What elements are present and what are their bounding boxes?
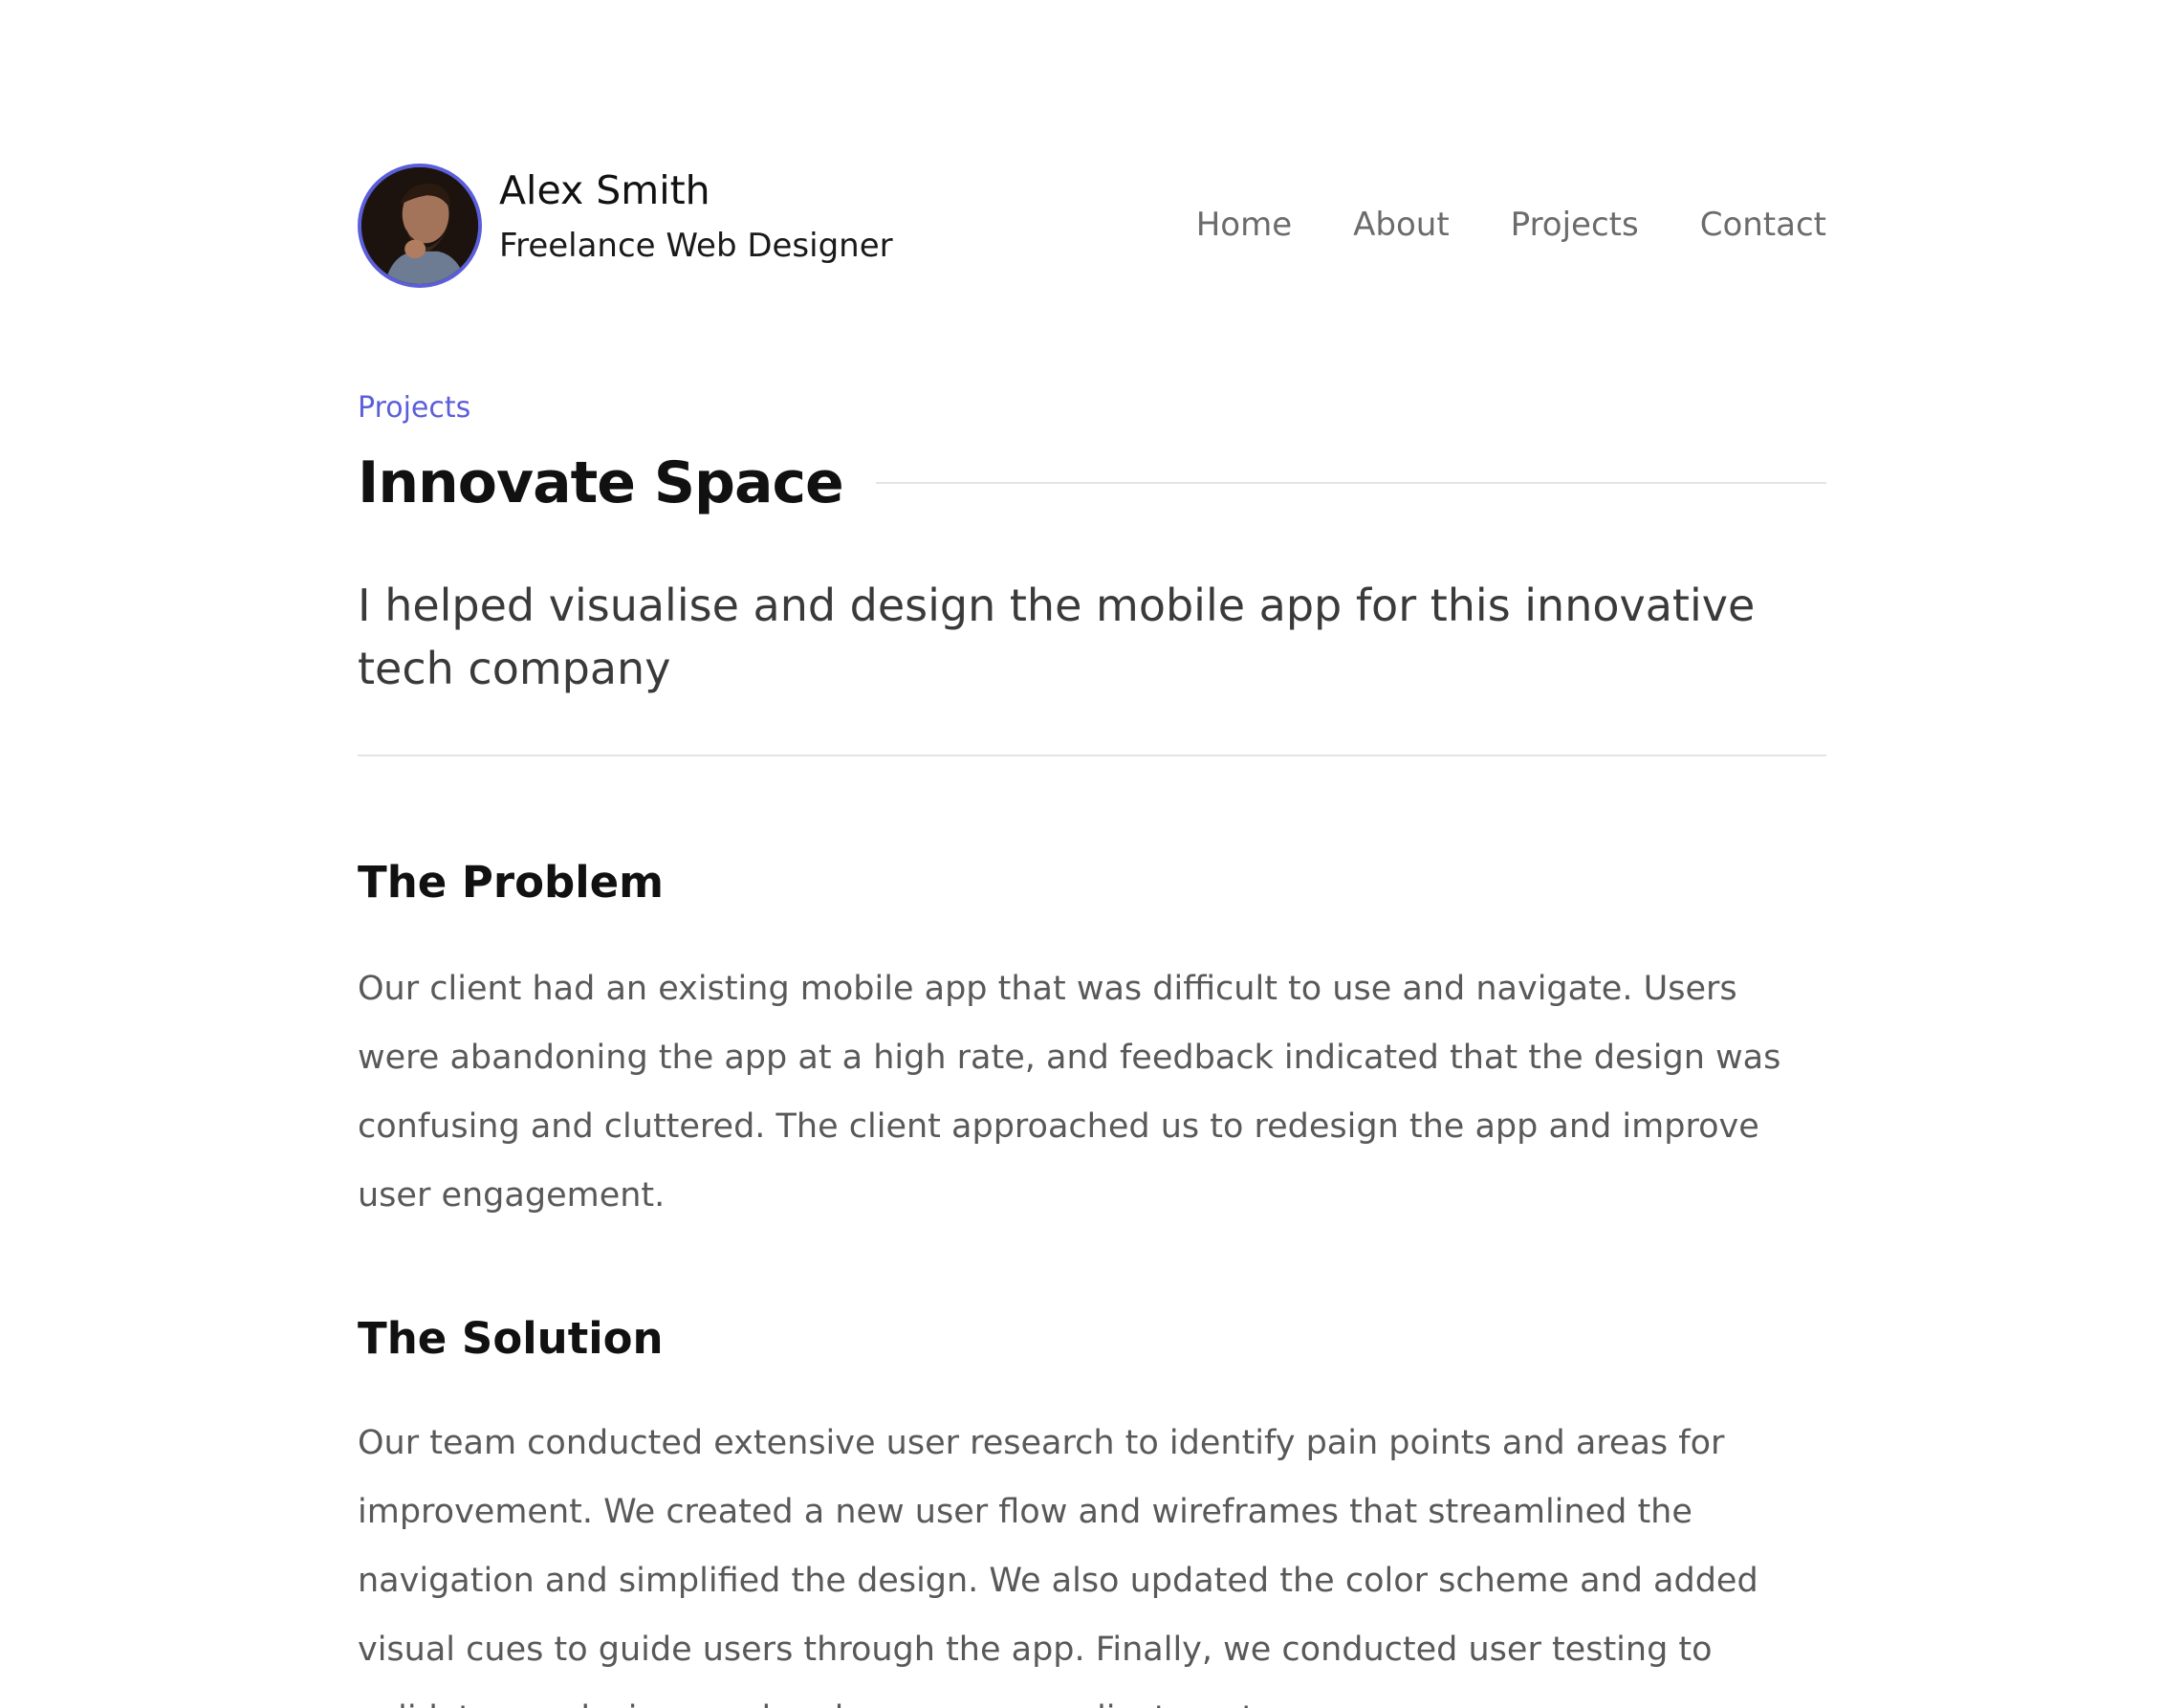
section-divider <box>358 755 1826 756</box>
title-divider <box>875 482 1826 484</box>
page: Alex Smith Freelance Web Designer Home A… <box>0 0 2184 1708</box>
solution-heading: The Solution <box>358 1313 664 1364</box>
portrait-photo-icon <box>361 167 478 284</box>
page-title: Innovate Space <box>358 449 844 516</box>
site-header: Alex Smith Freelance Web Designer Home A… <box>358 164 1826 288</box>
nav-about[interactable]: About <box>1353 198 1450 252</box>
problem-heading: The Problem <box>358 857 665 908</box>
nav-home[interactable]: Home <box>1196 198 1292 252</box>
nav-projects[interactable]: Projects <box>1511 198 1639 252</box>
breadcrumb-projects[interactable]: Projects <box>358 388 470 428</box>
problem-body: Our client had an existing mobile app th… <box>358 970 1781 1215</box>
nav-contact[interactable]: Contact <box>1700 198 1826 252</box>
brand-name: Alex Smith <box>499 167 710 213</box>
solution-body: Our team conducted extensive user resear… <box>358 1424 1758 1708</box>
project-lead: I helped visualise and design the mobile… <box>358 580 1756 694</box>
main-nav: Home About Projects Contact <box>1196 198 1826 252</box>
brand-role: Freelance Web Designer <box>499 227 893 265</box>
title-row: Innovate Space <box>358 445 1826 521</box>
avatar[interactable] <box>358 164 482 288</box>
